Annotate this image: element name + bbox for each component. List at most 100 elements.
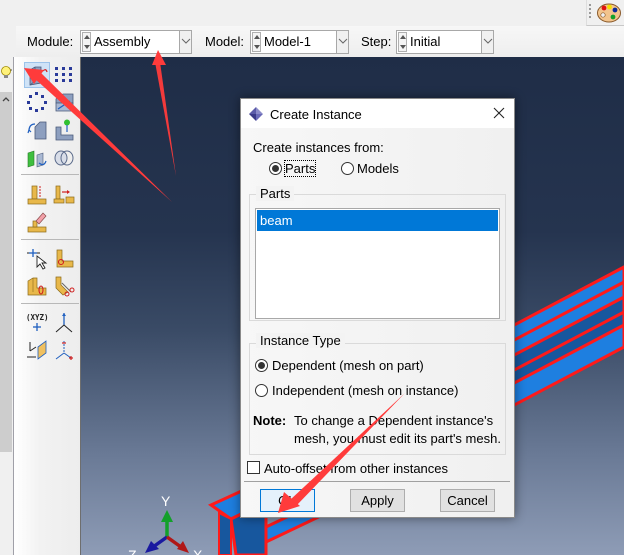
step-dropdown-button[interactable]: [481, 31, 493, 53]
rotate-instance-icon: [27, 121, 47, 140]
toolbox-separator: [21, 303, 79, 304]
partition-cell-tool[interactable]: [24, 273, 50, 299]
partition-cell-icon: [27, 277, 47, 296]
dialog-title: Create Instance: [270, 107, 362, 122]
model-value: Model-1: [264, 34, 311, 49]
parts-listbox[interactable]: beam: [255, 208, 500, 319]
create-instance-tool[interactable]: [24, 62, 50, 88]
step-value: Initial: [410, 34, 441, 49]
color-palette-button[interactable]: [586, 0, 624, 26]
chevron-down-icon: [338, 38, 348, 44]
corner-vertex-icon: [56, 249, 74, 268]
create-datum-point-tool[interactable]: [24, 246, 50, 272]
top-toolbar-area: [0, 0, 624, 26]
toolbox-separator: [21, 239, 79, 240]
constraint-face-to-face-tool[interactable]: [51, 181, 77, 207]
translate-instance-tool[interactable]: [51, 89, 77, 115]
chevron-down-icon: [181, 38, 191, 44]
create-reference-point-tool[interactable]: [51, 337, 77, 363]
dialog-titlebar[interactable]: Create Instance: [241, 99, 514, 128]
create-datum-csys-tool[interactable]: (XYZ): [24, 310, 50, 336]
chevron-down-icon: [483, 38, 493, 44]
svg-text:(XYZ): (XYZ): [26, 313, 48, 322]
apply-button[interactable]: Apply: [350, 489, 405, 512]
toolbox-separator: [21, 174, 79, 175]
axis-triad: [145, 510, 189, 553]
step-label: Step:: [361, 34, 392, 49]
collapsed-model-tree[interactable]: [0, 92, 12, 452]
create-datum-axis-tool[interactable]: [51, 310, 77, 336]
instance-type-title: Instance Type: [256, 333, 345, 348]
radio-parts-label[interactable]: Parts: [283, 160, 317, 177]
radio-models[interactable]: [341, 162, 354, 175]
module-dropdown-button[interactable]: [179, 31, 191, 53]
ok-button[interactable]: OK: [260, 489, 315, 512]
dialog-body: Create instances from: Parts Models Part…: [241, 128, 514, 517]
module-spin-icon[interactable]: [82, 32, 91, 52]
close-icon[interactable]: [493, 107, 505, 119]
constraint-manager-tool[interactable]: [24, 209, 50, 235]
translate-to-icon: [55, 119, 74, 141]
partition-cut-tool[interactable]: [51, 273, 77, 299]
palette-icon: [597, 3, 621, 23]
cursor-point-icon: [27, 249, 48, 270]
note-text-line1: To change a Dependent instance's: [294, 413, 494, 428]
create-instance-icon: [29, 66, 48, 86]
step-combo[interactable]: Initial: [396, 30, 494, 54]
translate-to-tool[interactable]: [51, 117, 77, 143]
lightbulb-icon[interactable]: [0, 63, 12, 83]
radial-pattern-icon: [27, 92, 47, 112]
module-label: Module:: [27, 34, 74, 49]
radio-dependent[interactable]: [255, 359, 268, 372]
assembly-toolbox: (XYZ): [14, 57, 81, 555]
merge-cut-instances-icon: [54, 150, 74, 166]
datum-axis-icon: [55, 313, 73, 333]
constraint-parallel-face-icon: [27, 185, 47, 205]
radio-models-label[interactable]: Models: [357, 161, 399, 176]
dialog-app-icon: [249, 107, 263, 121]
model-dropdown-button[interactable]: [336, 31, 348, 53]
linear-pattern-tool[interactable]: [51, 62, 77, 88]
context-bar: Module: Assembly Model: Model-1 Step: In…: [16, 26, 624, 57]
step-spin-icon[interactable]: [398, 32, 407, 52]
model-label: Model:: [205, 34, 245, 49]
model-spin-icon[interactable]: [252, 32, 261, 52]
note-label: Note:: [253, 413, 287, 428]
radio-parts[interactable]: [269, 162, 282, 175]
datum-plane-icon: [27, 340, 47, 360]
module-combo[interactable]: Assembly: [80, 30, 192, 54]
create-instance-dialog: Create Instance Create instances from: P…: [240, 98, 515, 518]
module-value: Assembly: [94, 34, 151, 49]
create-datum-plane-tool[interactable]: [24, 337, 50, 363]
merge-cut-instances-tool[interactable]: [51, 145, 77, 171]
rotate-instance-tool[interactable]: [24, 117, 50, 143]
radio-independent[interactable]: [255, 384, 268, 397]
create-set-tool[interactable]: [51, 246, 77, 272]
scissors-icon: [55, 276, 75, 297]
auto-offset-checkbox[interactable]: [247, 461, 260, 474]
replace-instances-icon: [27, 150, 47, 168]
reference-point-icon: [55, 341, 73, 360]
radio-dependent-label[interactable]: Dependent (mesh on part): [272, 358, 424, 373]
create-from-label: Create instances from:: [253, 140, 384, 155]
triad-y-label: Y: [161, 493, 171, 509]
auto-offset-label[interactable]: Auto-offset from other instances: [264, 461, 448, 476]
eraser-constraint-icon: [27, 212, 47, 233]
parts-list-item[interactable]: beam: [257, 210, 498, 231]
constraint-face-to-face-icon: [53, 185, 75, 204]
parts-group-title: Parts: [256, 186, 295, 201]
model-combo[interactable]: Model-1: [250, 30, 349, 54]
triad-z-label: Z: [128, 547, 137, 555]
button-separator: [244, 481, 510, 482]
radio-independent-label[interactable]: Independent (mesh on instance): [272, 383, 458, 398]
cancel-button[interactable]: Cancel: [440, 489, 495, 512]
chevron-up-icon[interactable]: [1, 94, 11, 104]
linear-pattern-icon: [55, 67, 72, 82]
triad-x-label: X: [193, 547, 203, 555]
note-text-line2: mesh, you must edit its part's mesh.: [294, 431, 501, 446]
radial-pattern-tool[interactable]: [24, 89, 50, 115]
replace-instances-tool[interactable]: [24, 145, 50, 171]
translate-instance-icon: [55, 93, 74, 112]
toolbar-grip[interactable]: [589, 4, 591, 20]
constraint-parallel-face-tool[interactable]: [24, 181, 50, 207]
